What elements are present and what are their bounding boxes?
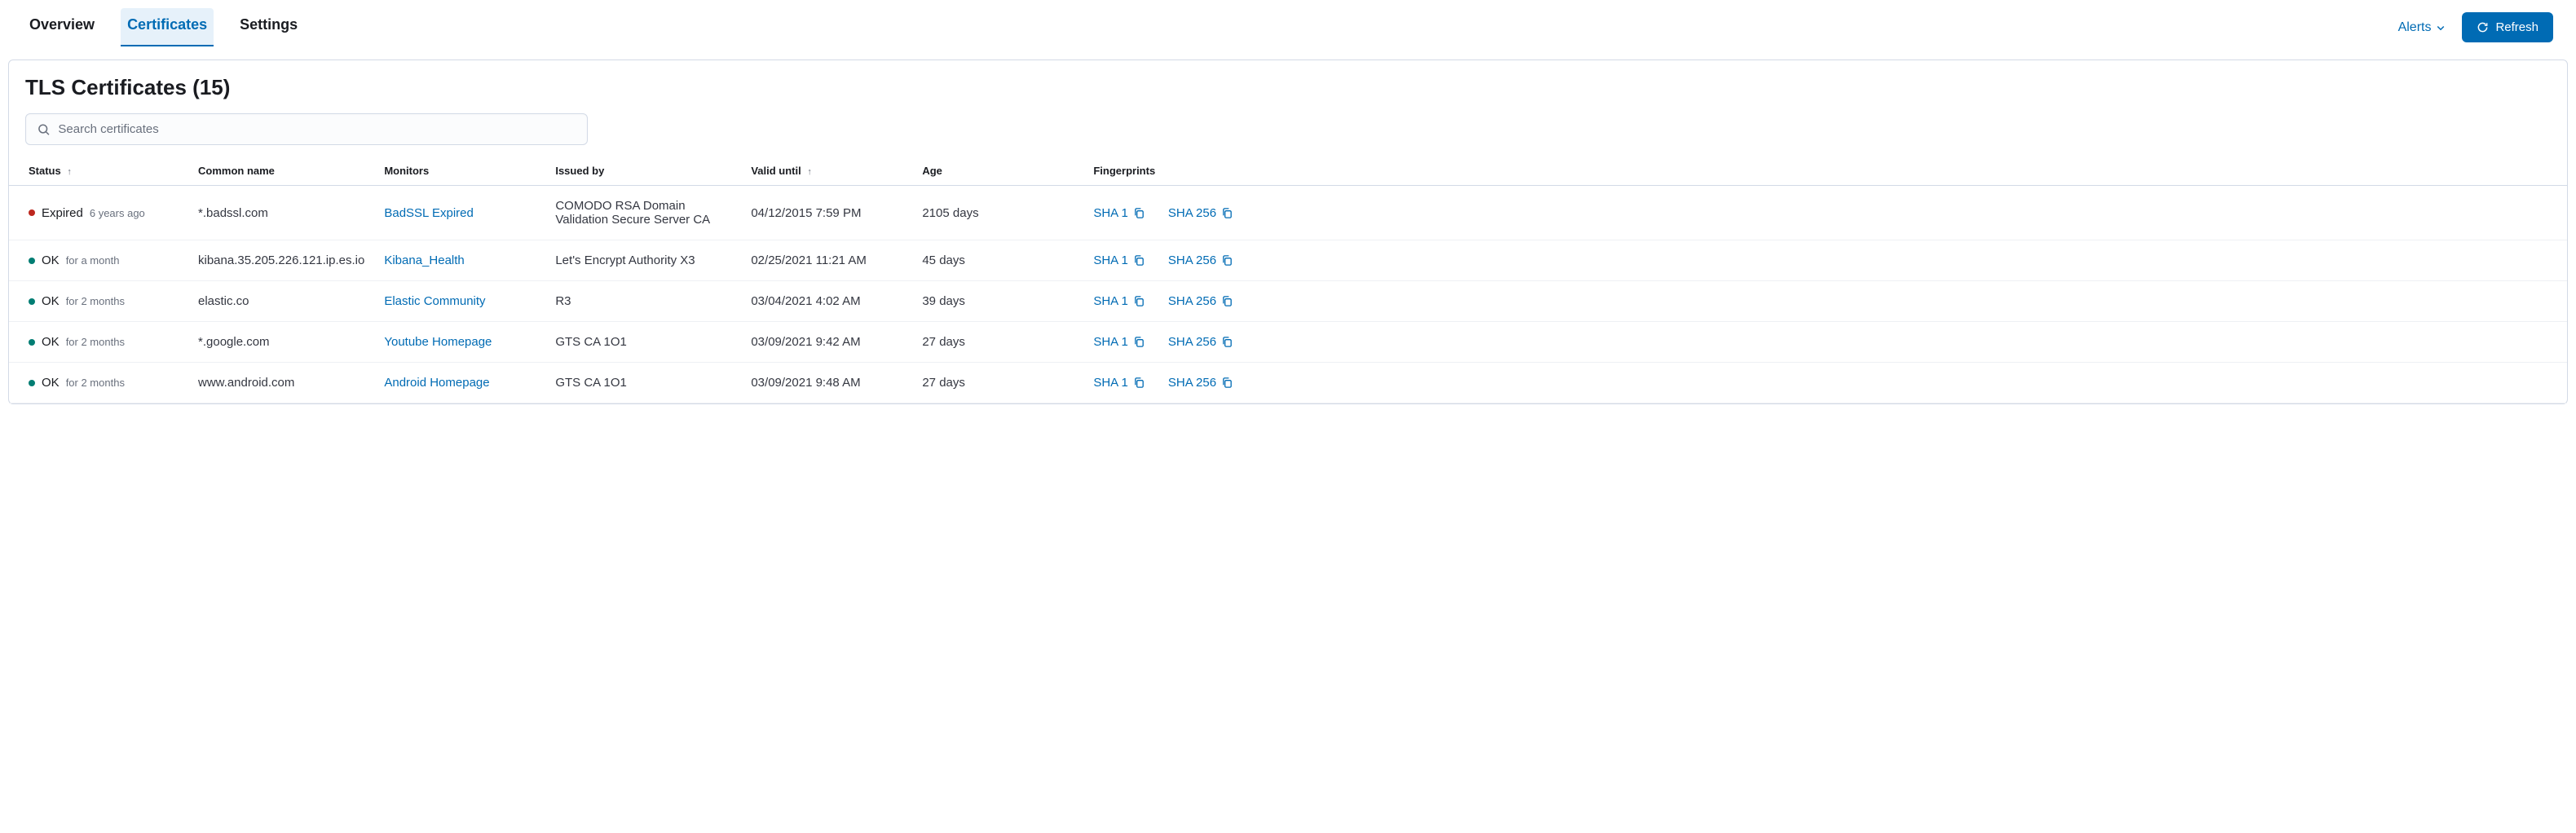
copy-icon [1221, 377, 1233, 389]
copy-icon [1133, 295, 1145, 307]
col-header-valid-until[interactable]: Valid until ↑ [741, 156, 912, 186]
search-icon [37, 123, 50, 136]
cell-common-name: *.google.com [188, 322, 374, 363]
table-row: OK for 2 months *.google.com Youtube Homepa… [9, 322, 2567, 363]
status-age: for a month [66, 254, 120, 267]
status-dot [29, 298, 35, 305]
cell-valid-until: 03/09/2021 9:42 AM [741, 322, 912, 363]
sha1-copy[interactable]: SHA 1 [1093, 206, 1145, 220]
copy-icon [1133, 207, 1145, 219]
cell-common-name: *.badssl.com [188, 186, 374, 240]
cell-issued-by: COMODO RSA Domain Validation Secure Serv… [545, 186, 741, 240]
cell-common-name: www.android.com [188, 363, 374, 403]
cell-age: 45 days [912, 240, 1083, 281]
cell-valid-until: 03/04/2021 4:02 AM [741, 281, 912, 322]
sha256-copy[interactable]: SHA 256 [1168, 206, 1233, 220]
table-row: OK for 2 months elastic.co Elastic Communit… [9, 281, 2567, 322]
table-row: Expired 6 years ago *.badssl.com BadSSL Exp… [9, 186, 2567, 240]
alerts-dropdown[interactable]: Alerts [2398, 20, 2446, 35]
monitor-link[interactable]: Android Homepage [384, 376, 489, 390]
status-age: 6 years ago [90, 207, 145, 219]
sha1-copy[interactable]: SHA 1 [1093, 253, 1145, 267]
sha1-copy[interactable]: SHA 1 [1093, 294, 1145, 308]
copy-icon [1221, 336, 1233, 348]
sha1-copy[interactable]: SHA 1 [1093, 376, 1145, 390]
certificates-table: Status ↑ Common name Monitors Issued by … [9, 156, 2567, 403]
col-header-status[interactable]: Status ↑ [9, 156, 188, 186]
status-dot [29, 209, 35, 216]
sha256-copy[interactable]: SHA 256 [1168, 294, 1233, 308]
monitor-link[interactable]: BadSSL Expired [384, 206, 474, 220]
cell-age: 27 days [912, 322, 1083, 363]
cell-age: 39 days [912, 281, 1083, 322]
table-row: OK for 2 months www.android.com Android Hom… [9, 363, 2567, 403]
col-header-monitors[interactable]: Monitors [374, 156, 545, 186]
refresh-button[interactable]: Refresh [2462, 12, 2553, 42]
tab-settings[interactable]: Settings [233, 8, 304, 46]
col-header-age[interactable]: Age [912, 156, 1083, 186]
copy-icon [1221, 207, 1233, 219]
status-label: OK [42, 376, 60, 390]
copy-icon [1133, 254, 1145, 267]
sort-asc-icon: ↑ [67, 167, 72, 177]
search-box[interactable] [25, 113, 588, 145]
chevron-down-icon [2436, 23, 2446, 33]
col-header-fingerprints[interactable]: Fingerprints [1083, 156, 2567, 186]
sha256-copy[interactable]: SHA 256 [1168, 376, 1233, 390]
panel-title: TLS Certificates (15) [9, 75, 2567, 113]
sha256-copy[interactable]: SHA 256 [1168, 335, 1233, 349]
status-label: OK [42, 253, 60, 267]
search-input[interactable] [58, 122, 576, 136]
alerts-label: Alerts [2398, 20, 2432, 35]
copy-icon [1133, 336, 1145, 348]
cell-issued-by: Let's Encrypt Authority X3 [545, 240, 741, 281]
cell-issued-by: R3 [545, 281, 741, 322]
status-age: for 2 months [66, 336, 125, 348]
tab-certificates[interactable]: Certificates [121, 8, 214, 46]
cell-issued-by: GTS CA 1O1 [545, 322, 741, 363]
monitor-link[interactable]: Kibana_Health [384, 253, 464, 267]
status-dot [29, 258, 35, 264]
monitor-link[interactable]: Youtube Homepage [384, 335, 492, 349]
copy-icon [1221, 254, 1233, 267]
col-header-common-name[interactable]: Common name [188, 156, 374, 186]
cell-issued-by: GTS CA 1O1 [545, 363, 741, 403]
status-label: OK [42, 335, 60, 349]
status-label: Expired [42, 206, 83, 220]
cell-age: 2105 days [912, 186, 1083, 240]
refresh-icon [2477, 21, 2489, 33]
monitor-link[interactable]: Elastic Community [384, 294, 485, 308]
refresh-label: Refresh [2495, 20, 2539, 34]
cell-valid-until: 04/12/2015 7:59 PM [741, 186, 912, 240]
sort-asc-icon: ↑ [807, 167, 812, 177]
col-header-issued-by[interactable]: Issued by [545, 156, 741, 186]
tab-overview[interactable]: Overview [23, 8, 101, 46]
status-label: OK [42, 294, 60, 308]
certificates-panel: TLS Certificates (15) Status ↑ Common na… [8, 60, 2568, 404]
table-row: OK for a month kibana.35.205.226.121.ip.es… [9, 240, 2567, 281]
copy-icon [1221, 295, 1233, 307]
cell-age: 27 days [912, 363, 1083, 403]
cell-valid-until: 02/25/2021 11:21 AM [741, 240, 912, 281]
sha256-copy[interactable]: SHA 256 [1168, 253, 1233, 267]
status-dot [29, 339, 35, 346]
status-age: for 2 months [66, 377, 125, 389]
cell-common-name: kibana.35.205.226.121.ip.es.io [188, 240, 374, 281]
sha1-copy[interactable]: SHA 1 [1093, 335, 1145, 349]
status-age: for 2 months [66, 295, 125, 307]
cell-common-name: elastic.co [188, 281, 374, 322]
cell-valid-until: 03/09/2021 9:48 AM [741, 363, 912, 403]
tabs: Overview Certificates Settings [23, 8, 304, 46]
copy-icon [1133, 377, 1145, 389]
status-dot [29, 380, 35, 386]
